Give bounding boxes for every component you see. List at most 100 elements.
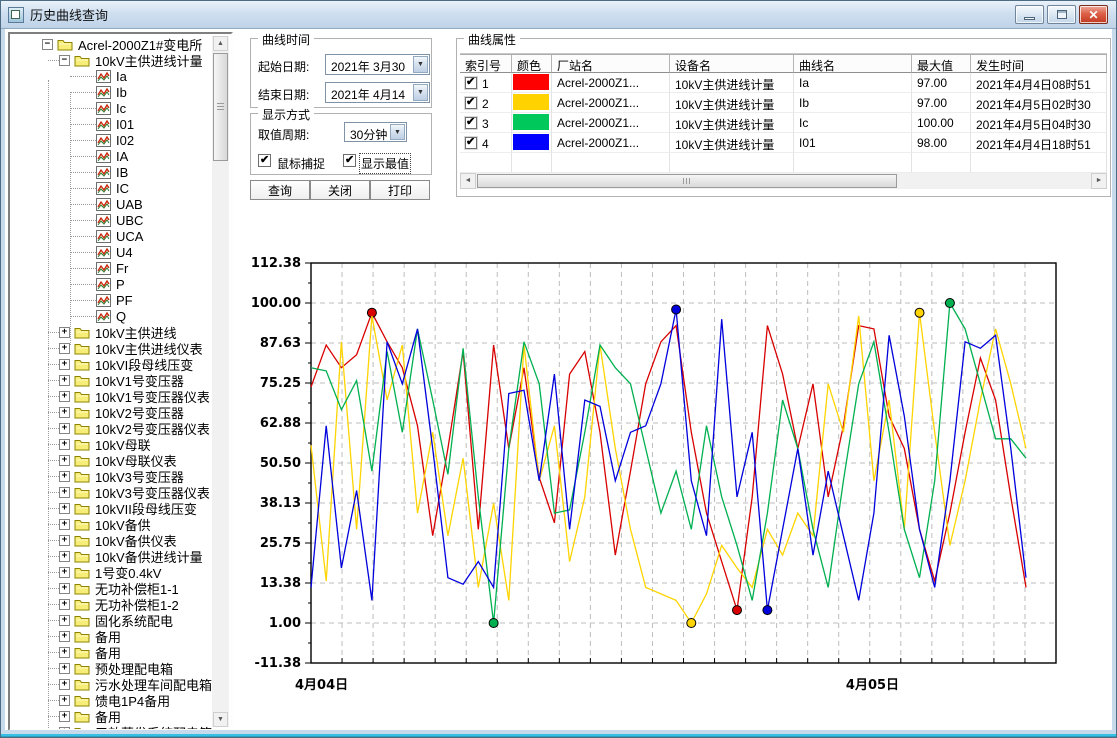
expand-plus-icon[interactable]: + <box>59 359 70 370</box>
collapse-minus-icon[interactable]: − <box>42 39 53 50</box>
expand-plus-icon[interactable]: + <box>59 391 70 402</box>
tree-item-curve[interactable]: IA <box>10 148 212 164</box>
expand-plus-icon[interactable]: + <box>59 695 70 706</box>
row-checkbox[interactable] <box>465 77 477 89</box>
tree-item-curve[interactable]: IC <box>10 180 212 196</box>
tree-item-curve[interactable]: Fr <box>10 260 212 276</box>
column-header[interactable]: 设备名 <box>670 54 794 73</box>
curve-icon <box>96 294 111 307</box>
tree-item-curve[interactable]: I02 <box>10 132 212 148</box>
tree-item-label: PF <box>116 293 133 308</box>
app-icon <box>8 7 24 23</box>
expand-plus-icon[interactable]: + <box>59 535 70 546</box>
row-checkbox[interactable] <box>465 97 477 109</box>
scroll-up-arrow[interactable]: ▲ <box>213 36 228 51</box>
tree-item-curve[interactable]: UCA <box>10 228 212 244</box>
expand-plus-icon[interactable]: + <box>59 551 70 562</box>
expand-plus-icon[interactable]: + <box>59 647 70 658</box>
chevron-down-icon[interactable]: ▼ <box>413 56 428 73</box>
tree-item-curve[interactable]: Ic <box>10 100 212 116</box>
expand-plus-icon[interactable]: + <box>59 487 70 498</box>
collapse-minus-icon[interactable]: − <box>59 55 70 66</box>
station-cell: Acrel-2000Z1... <box>552 133 670 153</box>
start-date-combobox[interactable]: 2021年 3月30 ▼ <box>325 54 430 75</box>
row-index: 1 <box>482 77 489 91</box>
expand-plus-icon[interactable]: + <box>59 343 70 354</box>
table-hscrollbar[interactable]: ◄ ► <box>460 173 1107 189</box>
scroll-left-arrow[interactable]: ◄ <box>460 173 476 189</box>
tree-scrollbar[interactable]: ▲ ▼ <box>212 36 229 727</box>
table-row[interactable]: 3Acrel-2000Z1...10kV主供进线计量Ic100.002021年4… <box>460 113 1107 133</box>
chevron-down-icon[interactable]: ▼ <box>390 124 405 140</box>
expand-plus-icon[interactable]: + <box>59 727 70 730</box>
tree-item-curve[interactable]: UBC <box>10 212 212 228</box>
expand-plus-icon[interactable]: + <box>59 615 70 626</box>
table-row[interactable]: 1Acrel-2000Z1...10kV主供进线计量Ia97.002021年4月… <box>460 73 1107 93</box>
tree-connector-stub <box>48 668 59 669</box>
tree-item-curve[interactable]: Ia <box>10 68 212 84</box>
minimize-button[interactable] <box>1015 5 1044 24</box>
mouse-capture-checkbox[interactable] <box>258 154 271 167</box>
curve-icon <box>96 278 111 291</box>
expand-plus-icon[interactable]: + <box>59 439 70 450</box>
expand-plus-icon[interactable]: + <box>59 471 70 482</box>
tree-item-curve[interactable]: P <box>10 276 212 292</box>
expand-plus-icon[interactable]: + <box>59 503 70 514</box>
min-marker-Ib <box>687 619 696 628</box>
query-button[interactable]: 查询 <box>250 180 310 200</box>
scroll-down-arrow[interactable]: ▼ <box>213 712 228 727</box>
expand-plus-icon[interactable]: + <box>59 567 70 578</box>
tree-item-folder[interactable]: +三效蒸发系统配电箱 <box>10 724 212 729</box>
color-swatch-cell <box>512 113 552 133</box>
column-header[interactable]: 发生时间 <box>971 54 1107 73</box>
period-combobox[interactable]: 30分钟 ▼ <box>344 122 407 142</box>
expand-plus-icon[interactable]: + <box>59 631 70 642</box>
expand-plus-icon[interactable]: + <box>59 423 70 434</box>
curve-icon <box>96 214 111 227</box>
expand-plus-icon[interactable]: + <box>59 455 70 466</box>
column-header[interactable]: 颜色 <box>512 54 552 73</box>
scroll-right-arrow[interactable]: ► <box>1091 173 1107 189</box>
restore-button[interactable] <box>1047 5 1076 24</box>
max-marker-Ib <box>915 308 924 317</box>
column-header[interactable]: 厂站名 <box>552 54 670 73</box>
tree-item-folder[interactable]: −10kV主供进线计量 <box>10 52 212 68</box>
table-row[interactable]: 2Acrel-2000Z1...10kV主供进线计量Ib97.002021年4月… <box>460 93 1107 113</box>
tree-scrollbar-thumb[interactable] <box>213 53 228 161</box>
title-bar: 历史曲线查询 <box>1 1 1116 29</box>
history-curve-chart[interactable]: 112.38100.0087.6375.2562.8850.5038.1325.… <box>241 211 1117 735</box>
folder-icon <box>74 518 90 531</box>
start-date-label: 起始日期: <box>258 58 309 75</box>
expand-plus-icon[interactable]: + <box>59 407 70 418</box>
expand-plus-icon[interactable]: + <box>59 599 70 610</box>
expand-plus-icon[interactable]: + <box>59 375 70 386</box>
curve-color-swatch <box>513 94 549 110</box>
close-dialog-button[interactable]: 关闭 <box>310 180 370 200</box>
row-checkbox[interactable] <box>465 137 477 149</box>
tree-item-curve[interactable]: PF <box>10 292 212 308</box>
row-checkbox[interactable] <box>465 117 477 129</box>
show-extremes-checkbox[interactable] <box>343 154 356 167</box>
tree-item-curve[interactable]: U4 <box>10 244 212 260</box>
column-header[interactable]: 索引号 <box>460 54 512 73</box>
tree-connector-stub <box>48 620 59 621</box>
close-button[interactable]: ✕ <box>1079 5 1108 24</box>
curve-icon <box>96 246 111 259</box>
tree-item-curve[interactable]: Ib <box>10 84 212 100</box>
expand-plus-icon[interactable]: + <box>59 711 70 722</box>
table-row[interactable]: 4Acrel-2000Z1...10kV主供进线计量I0198.002021年4… <box>460 133 1107 153</box>
tree-item-curve[interactable]: IB <box>10 164 212 180</box>
expand-plus-icon[interactable]: + <box>59 583 70 594</box>
tree-item-curve[interactable]: UAB <box>10 196 212 212</box>
expand-plus-icon[interactable]: + <box>59 663 70 674</box>
column-header[interactable]: 最大值 <box>912 54 971 73</box>
table-hscrollbar-thumb[interactable] <box>477 174 897 188</box>
expand-plus-icon[interactable]: + <box>59 327 70 338</box>
print-button[interactable]: 打印 <box>370 180 430 200</box>
tree-item-curve[interactable]: I01 <box>10 116 212 132</box>
chevron-down-icon[interactable]: ▼ <box>413 84 428 101</box>
expand-plus-icon[interactable]: + <box>59 519 70 530</box>
expand-plus-icon[interactable]: + <box>59 679 70 690</box>
column-header[interactable]: 曲线名 <box>794 54 912 73</box>
end-date-combobox[interactable]: 2021年 4月14 ▼ <box>325 82 430 103</box>
